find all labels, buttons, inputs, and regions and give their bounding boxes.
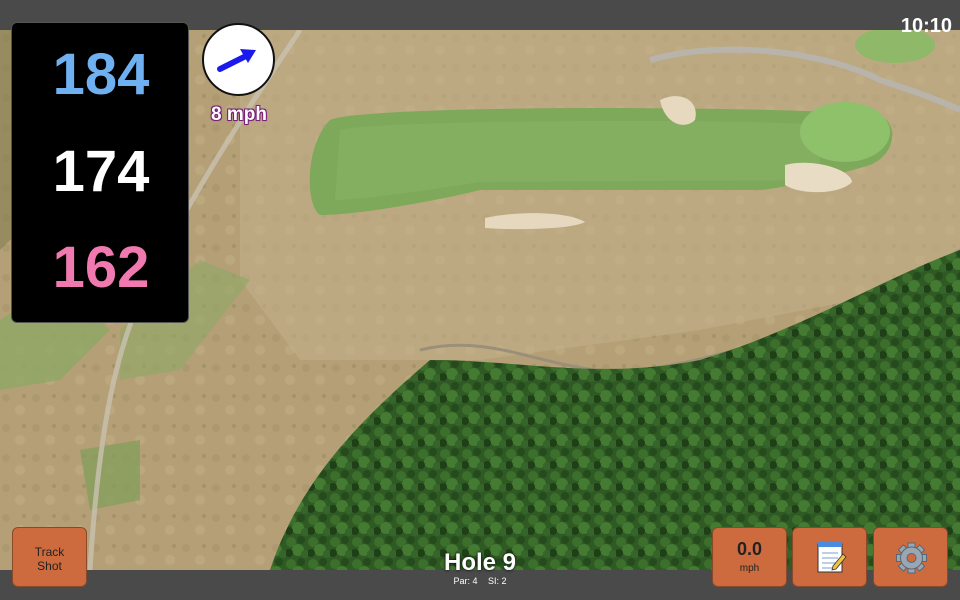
wind-speed-label: 8 mph [211,104,267,125]
notepad-icon [817,542,847,573]
distance-front: 162 [52,235,150,300]
golf-gps-screen: 10:10 184 174 162 8 mph Track Shot Hole … [0,0,960,600]
hole-par: Par: 4 [453,576,478,586]
hole-title: Hole 9 [443,549,517,576]
track-shot-label: Track Shot [34,545,65,573]
clock: 10:10 [900,15,952,37]
wind-arrow-icon [217,49,256,72]
track-shot-button[interactable]: Track Shot [12,527,87,587]
distance-middle: 174 [52,139,150,204]
settings-button[interactable] [873,527,948,587]
speed-unit: mph [739,563,760,574]
gear-icon [896,542,927,574]
speed-button[interactable]: 0.0 mph [712,527,787,587]
hole-details: Par: 4 SI: 2 [380,576,580,587]
distance-panel: 184 174 162 [11,22,189,323]
wind-direction-indicator [202,23,275,96]
distance-back: 184 [52,42,150,107]
notes-button[interactable] [792,527,867,587]
speed-value: 0.0 [736,539,763,559]
hole-stroke-index: SI: 2 [488,576,507,586]
